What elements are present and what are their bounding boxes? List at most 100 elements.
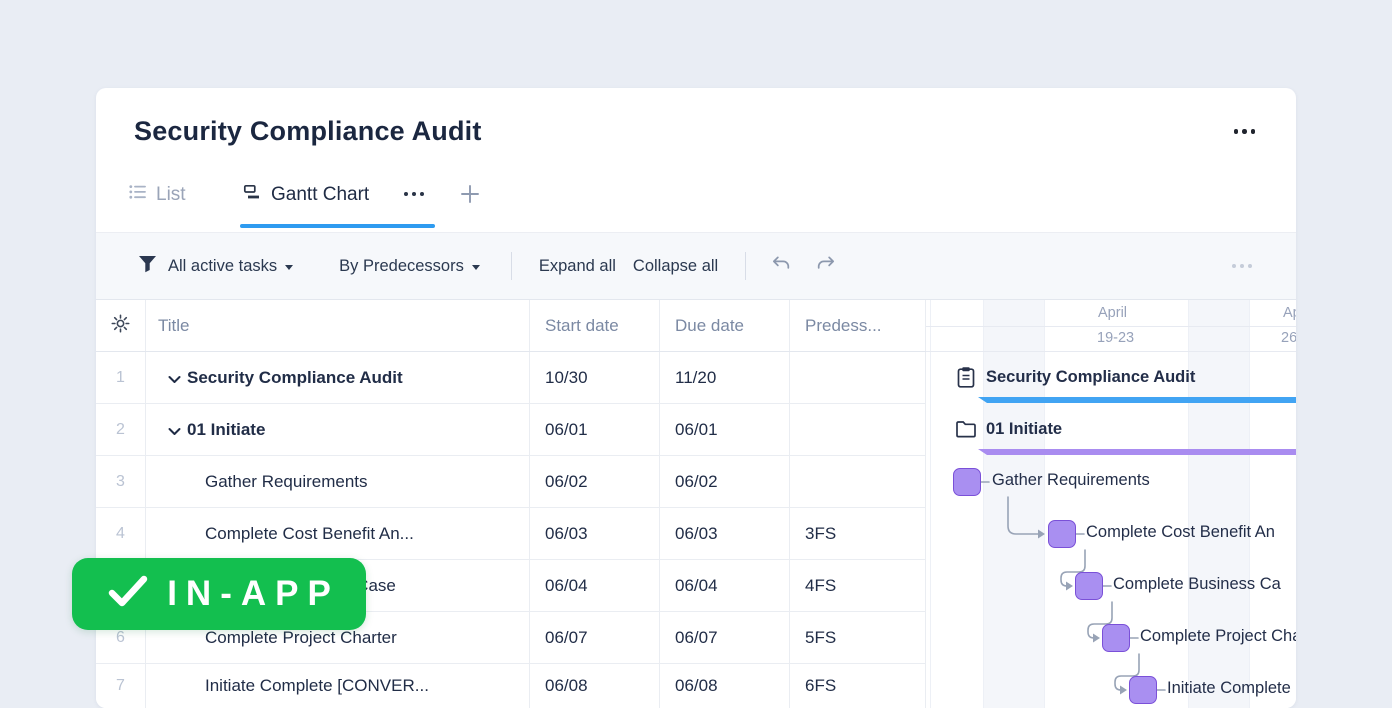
- gantt-task-bar[interactable]: [953, 468, 981, 496]
- table-row[interactable]: 7 Initiate Complete [CONVER... 06/08 06/…: [96, 664, 926, 708]
- chevron-down-icon[interactable]: [168, 421, 181, 441]
- due-date[interactable]: 06/04: [660, 560, 790, 611]
- row-number: 7: [96, 664, 146, 708]
- task-title: Security Compliance Audit: [187, 368, 403, 388]
- due-date[interactable]: 06/01: [660, 404, 790, 455]
- column-header-title[interactable]: Title: [146, 300, 530, 351]
- collapse-all-label: Collapse all: [633, 257, 718, 276]
- toolbar-divider: [511, 252, 512, 280]
- gantt-task-label: Complete Business Ca: [1113, 575, 1281, 594]
- group-by-dropdown[interactable]: By Predecessors: [339, 257, 480, 276]
- tab-list-label: List: [156, 184, 186, 206]
- toolbar-divider: [745, 252, 746, 280]
- predecessor[interactable]: [790, 456, 926, 507]
- start-date[interactable]: 06/03: [530, 508, 660, 559]
- project-menu-button[interactable]: [1234, 129, 1256, 134]
- filter-dropdown-label: All active tasks: [168, 257, 277, 276]
- table-row[interactable]: 2 01 Initiate 06/01 06/01: [96, 404, 926, 456]
- gantt-task-bar[interactable]: [1048, 520, 1076, 548]
- row-number: 3: [96, 456, 146, 507]
- toolbar-more-button[interactable]: [1232, 264, 1252, 268]
- gantt-folder-label: 01 Initiate: [986, 420, 1062, 439]
- gantt-project-bar[interactable]: [978, 397, 1296, 403]
- gantt-toolbar: All active tasks By Predecessors Expand …: [96, 232, 1296, 300]
- gantt-phase-bar[interactable]: [978, 449, 1296, 455]
- add-view-button[interactable]: [456, 180, 484, 208]
- due-date[interactable]: 06/08: [660, 664, 790, 708]
- page-title: Security Compliance Audit: [134, 116, 482, 147]
- row-number: 1: [96, 352, 146, 403]
- weekend-band: [983, 300, 1044, 708]
- column-header-predecessors[interactable]: Predess...: [790, 300, 926, 351]
- start-date[interactable]: 06/08: [530, 664, 660, 708]
- tab-gantt-chart[interactable]: Gantt Chart: [243, 184, 369, 206]
- predecessor[interactable]: 3FS: [790, 508, 926, 559]
- gantt-project-label: Security Compliance Audit: [986, 368, 1195, 387]
- table-row[interactable]: 3 Gather Requirements 06/02 06/02: [96, 456, 926, 508]
- table-header: Title Start date Due date Predess...: [96, 300, 926, 352]
- page-background: Security Compliance Audit List: [0, 0, 1392, 708]
- start-date[interactable]: 06/07: [530, 612, 660, 663]
- gantt-task-label: Gather Requirements: [992, 471, 1150, 490]
- start-date[interactable]: 06/02: [530, 456, 660, 507]
- start-date[interactable]: 10/30: [530, 352, 660, 403]
- tab-list[interactable]: List: [129, 184, 186, 206]
- column-header-start-date[interactable]: Start date: [530, 300, 660, 351]
- undo-button[interactable]: [770, 252, 793, 280]
- task-title: 01 Initiate: [187, 420, 265, 440]
- start-date[interactable]: 06/01: [530, 404, 660, 455]
- gantt-task-bar[interactable]: [1075, 572, 1103, 600]
- due-date[interactable]: 06/02: [660, 456, 790, 507]
- due-date[interactable]: 06/07: [660, 612, 790, 663]
- in-app-badge: IN-APP: [72, 558, 366, 630]
- timeline-month: April: [1098, 305, 1127, 321]
- expand-all-label: Expand all: [539, 257, 616, 276]
- row-number: 2: [96, 404, 146, 455]
- checkmark-icon: [107, 575, 149, 614]
- gantt-task-label: Complete Cost Benefit An: [1086, 523, 1275, 542]
- gantt-timeline-area: April 19-23 April 26-30 Security Complia…: [926, 300, 1296, 708]
- gantt-task-bar[interactable]: [1102, 624, 1130, 652]
- filter-dropdown[interactable]: All active tasks: [168, 257, 293, 276]
- task-title: Initiate Complete [CONVER...: [205, 676, 429, 696]
- filter-icon: [138, 255, 157, 278]
- folder-icon: [955, 419, 977, 444]
- expand-all-button[interactable]: Expand all: [539, 257, 616, 276]
- gantt-task-bar[interactable]: [1129, 676, 1157, 704]
- chevron-down-icon[interactable]: [168, 369, 181, 389]
- gear-icon: [110, 313, 131, 339]
- collapse-all-button[interactable]: Collapse all: [633, 257, 718, 276]
- task-title: Complete Project Charter: [205, 628, 397, 648]
- view-tabs: List Gantt Chart: [96, 178, 1296, 222]
- due-date[interactable]: 06/03: [660, 508, 790, 559]
- clipboard-icon: [955, 366, 977, 395]
- timeline-month: April: [1283, 305, 1296, 321]
- badge-label: IN-APP: [167, 574, 340, 614]
- predecessor[interactable]: 5FS: [790, 612, 926, 663]
- task-title: Complete Cost Benefit An...: [205, 524, 414, 544]
- table-row[interactable]: 4 Complete Cost Benefit An... 06/03 06/0…: [96, 508, 926, 560]
- gantt-task-label: Initiate Complete: [1167, 679, 1291, 698]
- predecessor[interactable]: 4FS: [790, 560, 926, 611]
- caret-down-icon: [472, 265, 480, 270]
- start-date[interactable]: 06/04: [530, 560, 660, 611]
- predecessor[interactable]: 6FS: [790, 664, 926, 708]
- table-row[interactable]: 1 Security Compliance Audit 10/30 11/20: [96, 352, 926, 404]
- tab-gantt-label: Gantt Chart: [271, 184, 369, 206]
- due-date[interactable]: 11/20: [660, 352, 790, 403]
- caret-down-icon: [285, 265, 293, 270]
- column-header-due-date[interactable]: Due date: [660, 300, 790, 351]
- row-number: 4: [96, 508, 146, 559]
- predecessor[interactable]: [790, 352, 926, 403]
- group-by-dropdown-label: By Predecessors: [339, 257, 464, 276]
- list-icon: [129, 184, 147, 206]
- gantt-task-label: Complete Project Cha: [1140, 627, 1296, 646]
- active-tab-underline: [240, 224, 435, 228]
- redo-button[interactable]: [814, 252, 837, 280]
- task-title: Gather Requirements: [205, 472, 368, 492]
- timeline-week: 26-30: [1281, 330, 1296, 346]
- timeline-week: 19-23: [1097, 330, 1134, 346]
- predecessor[interactable]: [790, 404, 926, 455]
- column-settings-button[interactable]: [96, 300, 146, 351]
- tab-options-button[interactable]: [404, 192, 424, 196]
